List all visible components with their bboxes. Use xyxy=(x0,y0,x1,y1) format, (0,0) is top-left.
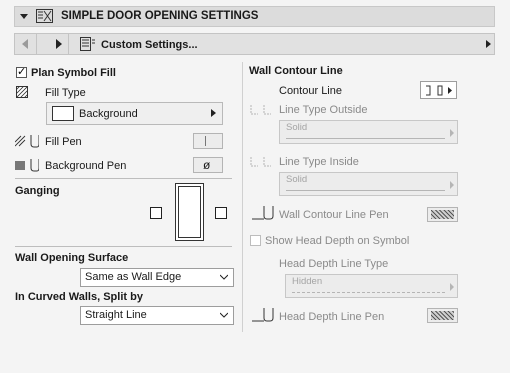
line-preview xyxy=(292,292,445,293)
line-preview xyxy=(286,190,445,191)
preset-name[interactable]: Custom Settings... xyxy=(101,39,198,51)
dropdown-arrow-icon xyxy=(450,283,454,291)
background-pen-label: Background Pen xyxy=(45,160,127,172)
head-depth-line-type-select[interactable]: Hidden xyxy=(285,274,458,298)
curved-walls-select[interactable]: Straight Line xyxy=(80,306,234,325)
show-head-depth-label: Show Head Depth on Symbol xyxy=(265,235,410,247)
head-depth-pen-icon xyxy=(252,307,274,323)
ganging-left-toggle[interactable] xyxy=(150,207,162,219)
curved-walls-value: Straight Line xyxy=(85,309,147,321)
column-divider xyxy=(242,62,243,332)
head-depth-line-type-label: Head Depth Line Type xyxy=(279,258,389,270)
show-head-depth-checkbox[interactable] xyxy=(250,235,261,246)
ganging-right-toggle[interactable] xyxy=(215,207,227,219)
ganging-preview xyxy=(175,183,204,241)
fill-pen-button[interactable] xyxy=(193,133,223,149)
dropdown-arrow-icon xyxy=(450,129,454,137)
contour-line-label: Contour Line xyxy=(279,85,342,97)
wall-opening-surface-value: Same as Wall Edge xyxy=(85,271,182,283)
wall-opening-surface-select[interactable]: Same as Wall Edge xyxy=(80,268,234,287)
dropdown-arrow-icon xyxy=(211,109,216,117)
chevron-down-icon xyxy=(220,274,228,280)
wall-contour-line-title: Wall Contour Line xyxy=(249,65,343,77)
chevron-down-icon xyxy=(220,312,228,318)
fill-type-label: Fill Type xyxy=(45,87,86,99)
background-pen-icon xyxy=(15,158,39,172)
door-settings-icon xyxy=(36,9,53,23)
line-preview xyxy=(286,138,445,139)
previous-preset-button[interactable] xyxy=(15,34,37,54)
ganging-label: Ganging xyxy=(15,185,60,197)
line-type-inside-icon xyxy=(250,156,272,167)
next-preset-button[interactable] xyxy=(47,34,69,54)
line-type-outside-icon xyxy=(250,104,272,115)
head-depth-line-type-value: Hidden xyxy=(292,276,323,287)
fill-type-icon xyxy=(16,86,28,98)
wall-contour-pen-icon xyxy=(252,205,274,221)
fill-swatch xyxy=(52,106,74,121)
plan-symbol-fill-checkbox[interactable] xyxy=(16,65,27,78)
fill-pen-icon xyxy=(15,134,39,148)
preset-menu-arrow-icon[interactable] xyxy=(486,40,491,48)
section-divider xyxy=(15,178,232,179)
contour-line-button[interactable] xyxy=(420,81,457,99)
background-pen-button[interactable]: ø xyxy=(193,157,223,173)
line-type-inside-select[interactable]: Solid xyxy=(279,172,458,196)
line-type-outside-value: Solid xyxy=(286,122,308,133)
line-type-inside-value: Solid xyxy=(286,174,308,185)
dropdown-arrow-icon xyxy=(450,181,454,189)
panel-title: SIMPLE DOOR OPENING SETTINGS xyxy=(61,10,259,22)
section-divider xyxy=(15,246,232,247)
line-type-inside-label: Line Type Inside xyxy=(279,156,359,168)
collapse-triangle-icon[interactable] xyxy=(20,14,28,19)
line-type-outside-select[interactable]: Solid xyxy=(279,120,458,144)
no-pen-icon: ø xyxy=(203,158,211,172)
line-type-outside-label: Line Type Outside xyxy=(279,104,368,116)
fill-type-value: Background xyxy=(79,108,138,120)
head-depth-line-pen-button[interactable] xyxy=(427,308,458,323)
wall-contour-line-pen-label: Wall Contour Line Pen xyxy=(279,209,389,221)
fill-pen-label: Fill Pen xyxy=(45,136,82,148)
preset-settings-icon xyxy=(80,37,96,51)
plan-symbol-fill-label: Plan Symbol Fill xyxy=(31,67,116,79)
contour-line-icon xyxy=(426,85,452,96)
curved-walls-label: In Curved Walls, Split by xyxy=(15,291,143,303)
head-depth-line-pen-label: Head Depth Line Pen xyxy=(279,311,385,323)
wall-opening-surface-label: Wall Opening Surface xyxy=(15,252,129,264)
wall-contour-line-pen-button[interactable] xyxy=(427,207,458,222)
fill-type-dropdown[interactable]: Background xyxy=(46,102,223,125)
